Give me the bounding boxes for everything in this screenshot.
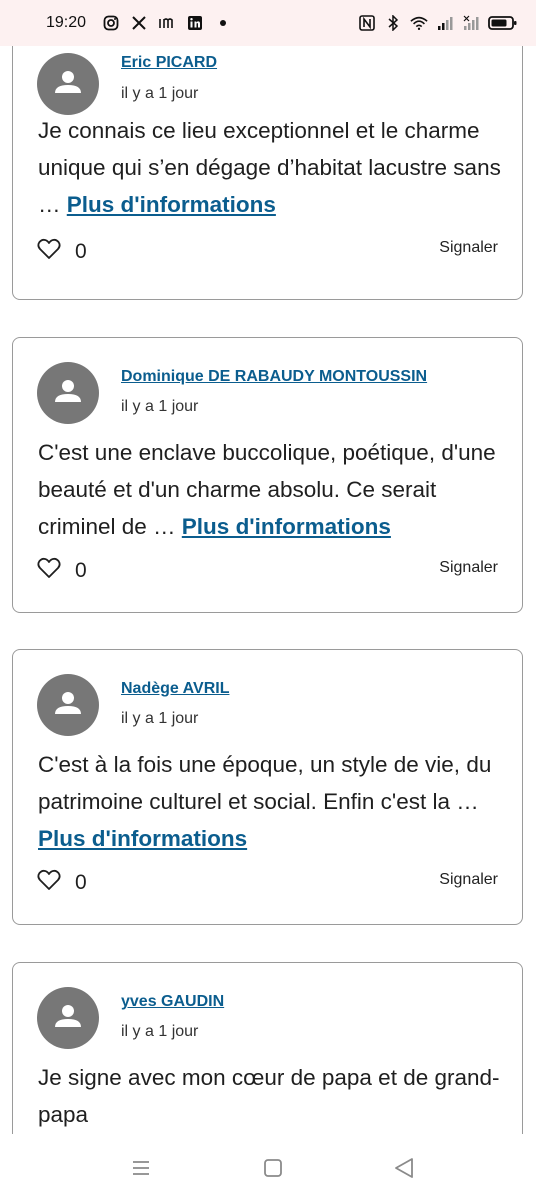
comment-author[interactable]: Eric PICARD — [121, 54, 217, 72]
comment-excerpt: C'est à la fois une époque, un style de … — [38, 752, 492, 814]
comment-date: il y a 1 jour — [121, 710, 199, 727]
wifi-icon — [410, 14, 428, 32]
more-info-link[interactable]: Plus d'informations — [67, 192, 276, 217]
bluetooth-icon — [384, 14, 402, 32]
signal-off-icon — [462, 14, 480, 32]
recents-icon[interactable] — [127, 1154, 155, 1182]
instagram-icon — [102, 14, 120, 32]
heart-icon — [37, 869, 61, 897]
comment-card: Nadège AVRIL il y a 1 jour C'est à la fo… — [12, 649, 523, 925]
status-time: 19:20 — [46, 14, 87, 31]
heart-icon — [37, 238, 61, 266]
avatar — [37, 987, 99, 1049]
status-right — [358, 14, 518, 32]
comment-text: C'est à la fois une époque, un style de … — [38, 746, 508, 857]
battery-icon — [488, 14, 518, 32]
comment-author[interactable]: Dominique DE RABAUDY MONTOUSSIN — [121, 368, 427, 386]
back-icon[interactable] — [390, 1154, 418, 1182]
heart-icon — [37, 557, 61, 585]
comment-card: Eric PICARD il y a 1 jour Je connais ce … — [12, 46, 523, 300]
comment-date: il y a 1 jour — [121, 85, 199, 102]
like-button[interactable]: 0 — [37, 238, 87, 266]
status-left: 19:20 — [46, 14, 232, 32]
status-bar: 19:20 — [0, 0, 536, 46]
avatar — [37, 362, 99, 424]
x-icon — [130, 14, 148, 32]
avatar — [37, 674, 99, 736]
linkedin-icon — [186, 14, 204, 32]
comment-feed[interactable]: Eric PICARD il y a 1 jour Je connais ce … — [0, 46, 536, 1134]
comment-author[interactable]: Nadège AVRIL — [121, 680, 229, 698]
comment-card: Dominique DE RABAUDY MONTOUSSIN il y a 1… — [12, 337, 523, 613]
like-button[interactable]: 0 — [37, 869, 87, 897]
report-button[interactable]: Signaler — [439, 559, 498, 577]
news-icon — [158, 14, 176, 32]
avatar — [37, 53, 99, 115]
like-count: 0 — [75, 871, 87, 894]
like-count: 0 — [75, 559, 87, 582]
signal-icon — [436, 14, 454, 32]
like-button[interactable]: 0 — [37, 557, 87, 585]
report-button[interactable]: Signaler — [439, 871, 498, 889]
comment-author[interactable]: yves GAUDIN — [121, 993, 224, 1011]
comment-text: C'est une enclave buccolique, poétique, … — [38, 434, 508, 545]
comment-excerpt: Je signe avec mon cœur de papa et de gra… — [38, 1065, 500, 1127]
more-info-link[interactable]: Plus d'informations — [182, 514, 391, 539]
comment-date: il y a 1 jour — [121, 398, 199, 415]
report-button[interactable]: Signaler — [439, 239, 498, 257]
more-info-link[interactable]: Plus d'informations — [38, 826, 247, 851]
comment-date: il y a 1 jour — [121, 1023, 199, 1040]
dot-icon — [214, 14, 232, 32]
home-icon[interactable] — [259, 1154, 287, 1182]
nfc-icon — [358, 14, 376, 32]
navigation-bar — [0, 1134, 536, 1200]
like-count: 0 — [75, 240, 87, 263]
comment-text: Je signe avec mon cœur de papa et de gra… — [38, 1059, 508, 1133]
comment-text: Je connais ce lieu exceptionnel et le ch… — [38, 112, 508, 223]
comment-card: yves GAUDIN il y a 1 jour Je signe avec … — [12, 962, 523, 1134]
